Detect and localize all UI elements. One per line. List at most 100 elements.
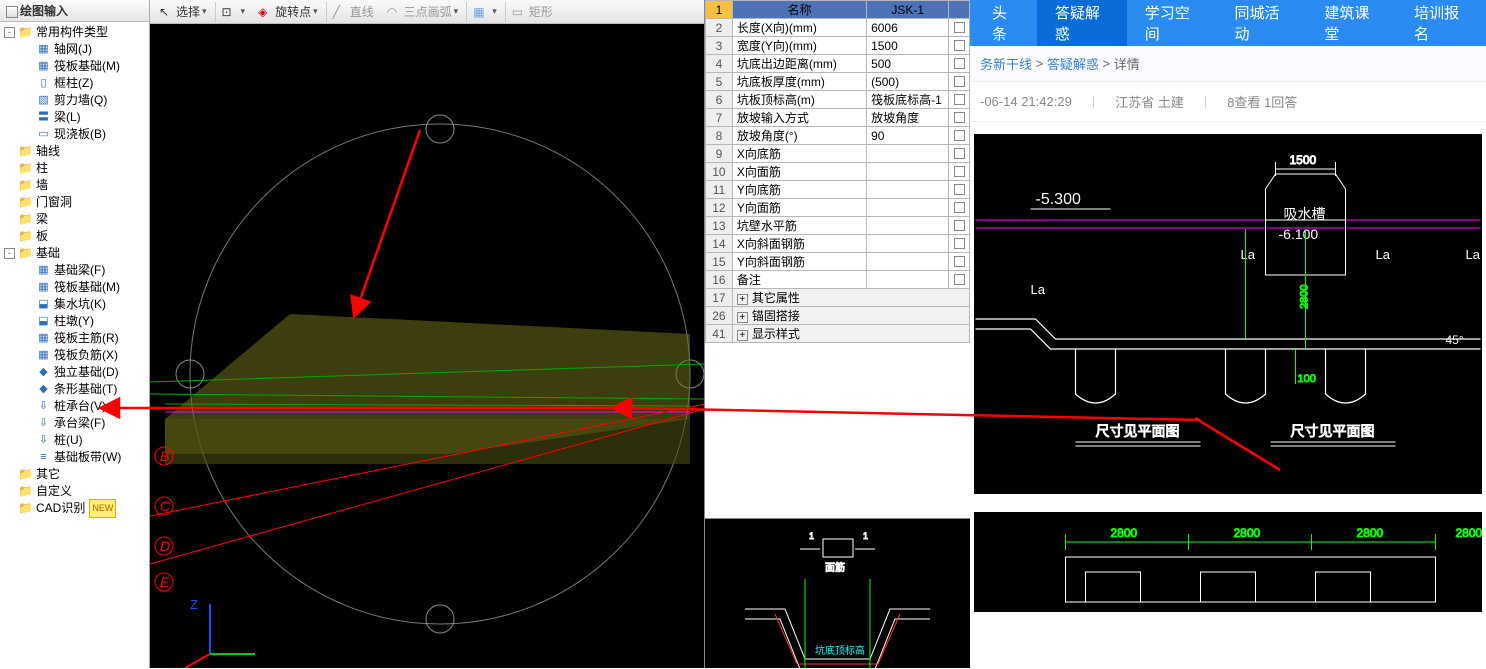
prop-check[interactable]	[949, 145, 970, 163]
tree-node[interactable]: ▦筏板主筋(R)	[4, 330, 149, 347]
prop-group[interactable]: 41+显示样式	[706, 325, 970, 343]
tree-node[interactable]: 板	[4, 228, 149, 245]
prop-check[interactable]	[949, 55, 970, 73]
prop-check[interactable]	[949, 19, 970, 37]
prop-value[interactable]	[867, 253, 949, 271]
prop-check[interactable]	[949, 253, 970, 271]
nav-item[interactable]: 学习空间	[1127, 0, 1217, 46]
tree-node[interactable]: ▦筏板负筋(X)	[4, 347, 149, 364]
prop-row[interactable]: 15Y向斜面钢筋	[706, 253, 970, 271]
tree-node[interactable]: ⇩桩(U)	[4, 432, 149, 449]
prop-row[interactable]: 7放坡输入方式放坡角度	[706, 109, 970, 127]
prop-check[interactable]	[949, 181, 970, 199]
prop-check[interactable]	[949, 235, 970, 253]
tree-node[interactable]: ≡基础板带(W)	[4, 449, 149, 466]
prop-row[interactable]: 8放坡角度(°)90	[706, 127, 970, 145]
extra-tool[interactable]: ▦▾	[466, 2, 503, 22]
tree-node[interactable]: ⇩承台梁(F)	[4, 415, 149, 432]
tree-node[interactable]: ▯框柱(Z)	[4, 75, 149, 92]
tree-node[interactable]: ▦筏板基础(M)	[4, 58, 149, 75]
prop-value[interactable]	[867, 145, 949, 163]
select-tool[interactable]: ↖选择▾	[154, 2, 213, 22]
crumb-b[interactable]: 答疑解惑	[1047, 54, 1099, 73]
prop-check[interactable]	[949, 127, 970, 145]
tree-node[interactable]: -常用构件类型	[4, 24, 149, 41]
rotate-point-tool[interactable]: ◈旋转点▾	[253, 2, 324, 22]
prop-check[interactable]	[949, 73, 970, 91]
prop-check[interactable]	[949, 271, 970, 289]
nav-item[interactable]: 头条	[974, 0, 1037, 46]
prop-row[interactable]: 4坑底出边距离(mm)500	[706, 55, 970, 73]
prop-row[interactable]: 11Y向底筋	[706, 181, 970, 199]
prop-value[interactable]: 90	[867, 127, 949, 145]
tree-toggle[interactable]: -	[4, 248, 15, 259]
tree-node[interactable]: ◆独立基础(D)	[4, 364, 149, 381]
prop-check[interactable]	[949, 199, 970, 217]
rect-tool[interactable]: ▭矩形	[505, 2, 559, 22]
prop-row[interactable]: 2长度(X向)(mm)6006	[706, 19, 970, 37]
pick-point-tool[interactable]: ⊡▾	[215, 2, 252, 22]
tree-node[interactable]: 轴线	[4, 143, 149, 160]
prop-value[interactable]	[867, 163, 949, 181]
plan-drawing[interactable]: 2800 2800 2800 2800	[974, 512, 1482, 612]
tree-node[interactable]: 梁	[4, 211, 149, 228]
prop-value[interactable]: 放坡角度	[867, 109, 949, 127]
prop-value[interactable]: 筏板底标高-1	[867, 91, 949, 109]
line-tool[interactable]: ╱直线	[326, 2, 380, 22]
nav-item[interactable]: 建筑课堂	[1306, 0, 1396, 46]
model-viewport[interactable]: B C D E Z	[150, 24, 704, 668]
nav-item[interactable]: 同城活动	[1217, 0, 1307, 46]
tree-node[interactable]: 墙	[4, 177, 149, 194]
tree-node[interactable]: ⬓集水坑(K)	[4, 296, 149, 313]
tree-node[interactable]: ▦基础梁(F)	[4, 262, 149, 279]
tree-node[interactable]: ▧剪力墙(Q)	[4, 92, 149, 109]
prop-row[interactable]: 9X向底筋	[706, 145, 970, 163]
prop-check[interactable]	[949, 91, 970, 109]
prop-row[interactable]: 14X向斜面钢筋	[706, 235, 970, 253]
tree-node[interactable]: 〓梁(L)	[4, 109, 149, 126]
prop-value[interactable]: (500)	[867, 73, 949, 91]
tree-node[interactable]: 其它	[4, 466, 149, 483]
prop-value[interactable]: 6006	[867, 19, 949, 37]
prop-row[interactable]: 5坑底板厚度(mm)(500)	[706, 73, 970, 91]
arc-tool[interactable]: ◠三点画弧▾	[382, 2, 465, 22]
tree-node[interactable]: ⬓柱墩(Y)	[4, 313, 149, 330]
tree-toggle[interactable]: -	[4, 27, 15, 38]
tree-node[interactable]: 门窗洞	[4, 194, 149, 211]
nav-item[interactable]: 答疑解惑	[1037, 0, 1127, 46]
prop-row[interactable]: 13坑壁水平筋	[706, 217, 970, 235]
row-head-1[interactable]: 1	[706, 1, 733, 19]
group-label[interactable]: +锚固搭接	[732, 307, 969, 325]
crumb-a[interactable]: 务新干线	[980, 54, 1032, 73]
tree-node[interactable]: ▭现浇板(B)	[4, 126, 149, 143]
prop-value[interactable]: 500	[867, 55, 949, 73]
group-label[interactable]: +显示样式	[732, 325, 969, 343]
prop-value[interactable]	[867, 199, 949, 217]
prop-check[interactable]	[949, 109, 970, 127]
section-drawing[interactable]: 1500 • • • • • • • • • • • • • • • • • •…	[974, 134, 1482, 494]
prop-check[interactable]	[949, 163, 970, 181]
prop-header-value[interactable]: JSK-1	[867, 1, 949, 19]
prop-row[interactable]: 12Y向面筋	[706, 199, 970, 217]
section-thumbnail[interactable]: 11 面筋 坑底顶标高	[705, 518, 970, 668]
tree-node[interactable]: 柱	[4, 160, 149, 177]
nav-item[interactable]: 培训报名	[1396, 0, 1486, 46]
tree-node[interactable]: 自定义	[4, 483, 149, 500]
prop-row[interactable]: 10X向面筋	[706, 163, 970, 181]
prop-value[interactable]	[867, 181, 949, 199]
prop-check[interactable]	[949, 37, 970, 55]
group-label[interactable]: +其它属性	[732, 289, 969, 307]
prop-value[interactable]	[867, 271, 949, 289]
prop-value[interactable]	[867, 235, 949, 253]
prop-value[interactable]: 1500	[867, 37, 949, 55]
tree-node[interactable]: CAD识别NEW	[4, 500, 149, 517]
prop-value[interactable]	[867, 217, 949, 235]
tree-node[interactable]: -基础	[4, 245, 149, 262]
tree-node[interactable]: ▦轴网(J)	[4, 41, 149, 58]
prop-row[interactable]: 16备注	[706, 271, 970, 289]
tree-node[interactable]: ◆条形基础(T)	[4, 381, 149, 398]
prop-group[interactable]: 17+其它属性	[706, 289, 970, 307]
prop-group[interactable]: 26+锚固搭接	[706, 307, 970, 325]
prop-row[interactable]: 3宽度(Y向)(mm)1500	[706, 37, 970, 55]
tree-node[interactable]: ⇩桩承台(V)	[4, 398, 149, 415]
